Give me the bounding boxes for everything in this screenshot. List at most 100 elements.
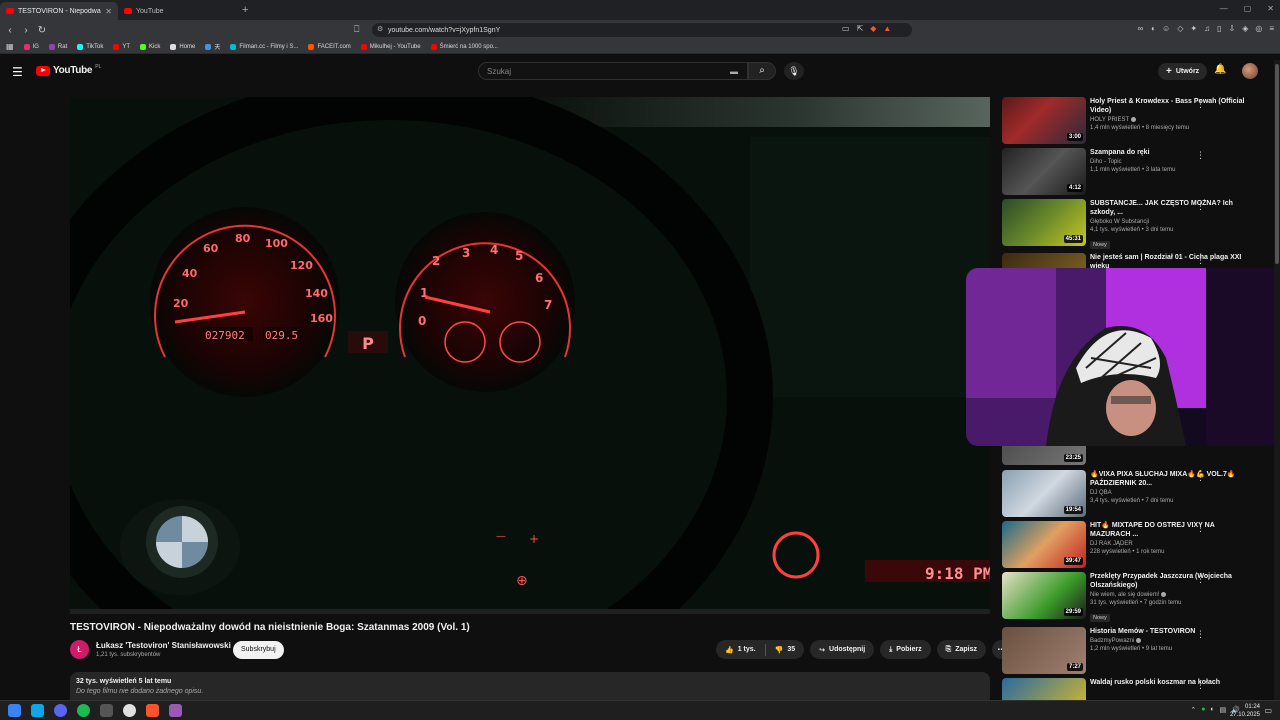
site-info-icon[interactable]: ⚙ (377, 25, 383, 33)
bookmark-item[interactable]: Rat (48, 43, 67, 50)
hamburger-menu-icon[interactable]: ☰ (12, 65, 23, 79)
recommended-video[interactable]: 7:27 Historia Memów - TESTOVIRON BadzmyP… (1002, 627, 1272, 675)
video-thumbnail[interactable]: 7:27 (1002, 627, 1086, 674)
bookmark-item[interactable]: 天 (205, 42, 220, 51)
close-window-icon[interactable]: ✕ (1267, 4, 1274, 13)
recommended-video[interactable]: 4:12 Szampana do ręki Diho - Topic 1,1 m… (1002, 148, 1272, 196)
brave-shield-icon[interactable]: ◆ (870, 24, 876, 33)
recommended-video[interactable]: 19:54 🔥VIXA PIXA SŁUCHAJ MIXA🔥💪 VOL.7🔥 P… (1002, 470, 1272, 518)
keyboard-icon[interactable]: ▬ (730, 67, 738, 76)
channel-avatar[interactable]: Ł (70, 640, 89, 659)
close-icon[interactable]: ✕ (105, 7, 112, 16)
channel-name[interactable]: Łukasz 'Testoviron' Stanisławowski (96, 641, 231, 650)
vpn-icon[interactable]: ◎ (1255, 24, 1262, 33)
bookmark-item[interactable]: IG (23, 43, 39, 50)
more-options-icon[interactable]: ⋮ (1196, 201, 1205, 212)
sidebar-icon[interactable]: ▯ (1217, 24, 1221, 33)
explorer-icon[interactable] (31, 704, 44, 717)
spotify-icon[interactable] (77, 704, 90, 717)
downloads-icon[interactable]: ⇩ (1228, 24, 1235, 33)
recommended-video[interactable]: 39:47 HIT🔥 MIXTAPE DO OSTREJ VIXY NA MAZ… (1002, 521, 1272, 569)
more-options-icon[interactable]: ⋮ (1196, 255, 1205, 266)
spotify-tray-icon[interactable]: ● (1201, 706, 1205, 714)
bookmark-item[interactable]: Śmierć na 1000 spo... (430, 43, 498, 50)
video-thumbnail[interactable] (1002, 678, 1086, 700)
recommended-video[interactable]: 45:31 SUBSTANCJE... JAK CZĘSTO MOŻNA? Ic… (1002, 199, 1272, 249)
music-icon[interactable]: ♫ (1204, 24, 1210, 33)
cast-icon[interactable]: ▭ (842, 24, 850, 33)
system-clock[interactable]: 01:24 27.10.2025 (1230, 703, 1260, 719)
video-player[interactable]: 20 40 60 80 100 120 140 160 027902 029.5… (70, 97, 990, 614)
tray-expand-icon[interactable]: ⌃ (1190, 706, 1196, 714)
share-page-icon[interactable]: ⇱ (857, 24, 864, 33)
bookmark-item[interactable]: FACEIT.com (308, 43, 351, 50)
page-scrollbar[interactable] (1274, 60, 1280, 700)
video-thumbnail[interactable]: 3:00 (1002, 97, 1086, 144)
back-icon[interactable]: ‹ (2, 25, 18, 36)
voice-search-button[interactable]: 🎙 (784, 62, 804, 80)
dislike-button[interactable]: 👎 35 (766, 640, 805, 659)
video-thumbnail[interactable]: 4:12 (1002, 148, 1086, 195)
settings-icon[interactable] (100, 704, 113, 717)
bookmark-item[interactable]: Kick (140, 43, 160, 50)
more-options-icon[interactable]: ⋮ (1196, 472, 1205, 483)
youtube-logo[interactable]: YouTube PL (36, 64, 101, 76)
bookmark-item[interactable]: Home (170, 43, 195, 50)
shield-icon[interactable]: ◇ (1177, 24, 1183, 33)
subscribe-button[interactable]: Subskrybuj (233, 641, 284, 659)
recommended-video[interactable]: Waldaj rusko polski koszmar na kołach ⋮ (1002, 678, 1272, 700)
extension-icon[interactable]: ∞ (1138, 24, 1144, 33)
menu-icon[interactable]: ≡ (1269, 24, 1274, 33)
url-bar[interactable]: ⚙ youtube.com/watch?v=jXypfn1SgnY (372, 23, 912, 37)
tray-app-icon[interactable]: ◐ (1210, 706, 1214, 714)
description-text: Do tego filmu nie dodano żadnego opisu. (76, 688, 204, 695)
minimize-icon[interactable]: — (1220, 4, 1228, 13)
bookmark-item[interactable]: TikTok (77, 43, 103, 50)
video-thumbnail[interactable]: 45:31 (1002, 199, 1086, 246)
search-button[interactable]: ⌕ (748, 62, 776, 80)
bookmark-item[interactable]: Mikulhej - YouTube (360, 43, 421, 50)
tab-testoviron[interactable]: TESTOVIRON - Niepodważaln ✕ (0, 2, 118, 20)
windows-start-icon[interactable] (8, 704, 21, 717)
notifications-bell-icon[interactable]: 🔔 (1214, 64, 1226, 75)
video-thumbnail[interactable]: 19:54 (1002, 470, 1086, 517)
notifications-icon[interactable]: ▭ (1264, 706, 1272, 715)
share-button[interactable]: ↪ Udostępnij (810, 640, 875, 659)
more-options-icon[interactable]: ⋮ (1196, 629, 1205, 640)
maximize-icon[interactable]: ▢ (1244, 4, 1252, 13)
account-avatar[interactable] (1242, 63, 1258, 79)
app-icon[interactable] (169, 704, 182, 717)
like-button[interactable]: 👍 1 tys. (716, 640, 765, 659)
reload-icon[interactable]: ↻ (34, 25, 50, 36)
save-button[interactable]: ⎘ Zapisz (936, 640, 986, 659)
tab-youtube[interactable]: YouTube (118, 2, 236, 20)
more-options-icon[interactable]: ⋮ (1196, 99, 1205, 110)
video-thumbnail[interactable]: 29:59 (1002, 572, 1086, 619)
video-thumbnail[interactable]: 39:47 (1002, 521, 1086, 568)
brave-rewards-icon[interactable]: ▲ (883, 24, 891, 33)
recommended-video[interactable]: 29:59 Przeklęty Przypadek Jaszczura (Woj… (1002, 572, 1272, 623)
bookmark-item[interactable]: YT (113, 43, 130, 50)
audio-icon[interactable]: ◖ (1150, 24, 1155, 33)
recommended-video[interactable]: 3:00 Holy Priest & Krowdexx - Bass Powah… (1002, 97, 1272, 145)
forward-icon[interactable]: › (18, 25, 34, 36)
download-button[interactable]: ⤓ Pobierz (880, 640, 931, 659)
more-options-icon[interactable]: ⋮ (1196, 680, 1205, 691)
scrollbar-thumb[interactable] (1275, 64, 1279, 264)
more-options-icon[interactable]: ⋮ (1196, 150, 1205, 161)
discord-icon[interactable] (54, 704, 67, 717)
steam-icon[interactable] (123, 704, 136, 717)
create-button[interactable]: + Utwórz (1158, 63, 1208, 80)
new-tab-icon[interactable]: + (242, 4, 248, 16)
network-icon[interactable]: ▤ (1220, 706, 1227, 714)
search-input[interactable]: Szukaj (478, 62, 748, 80)
apps-grid-icon[interactable]: ▦ (6, 42, 14, 51)
bookmark-icon[interactable]: ⎕ (354, 24, 359, 35)
bookmark-item[interactable]: Filman.cc - Filmy i S... (230, 43, 298, 50)
more-options-icon[interactable]: ⋮ (1196, 574, 1205, 585)
discord-icon[interactable]: ☺ (1162, 24, 1170, 33)
puzzle-icon[interactable]: ✦ (1190, 24, 1197, 33)
wallet-icon[interactable]: ◈ (1242, 24, 1248, 33)
brave-browser-icon[interactable] (146, 704, 159, 717)
more-options-icon[interactable]: ⋮ (1196, 523, 1205, 534)
